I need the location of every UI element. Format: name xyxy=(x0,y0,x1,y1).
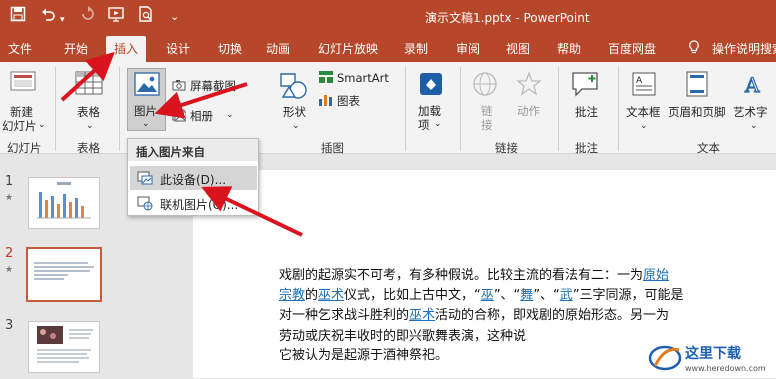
svg-text:www.heredown.com: www.heredown.com xyxy=(685,364,766,373)
svg-text:这里下载: 这里下载 xyxy=(685,345,741,362)
arrow-to-picture-button xyxy=(154,82,248,119)
annotation-arrows xyxy=(60,51,303,237)
watermark-logo: 这里下载 www.heredown.com xyxy=(645,340,773,376)
arrow-to-this-device xyxy=(201,186,303,237)
arrow-to-insert-tab xyxy=(60,51,115,102)
